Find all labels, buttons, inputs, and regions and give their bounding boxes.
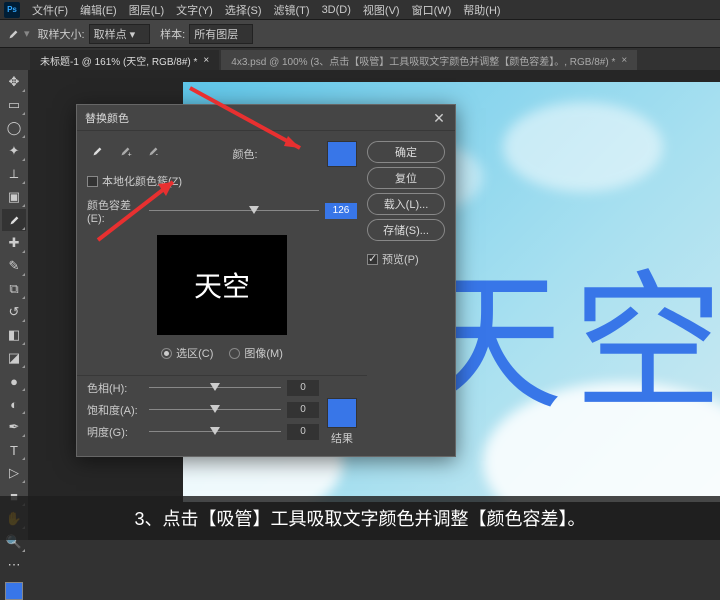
marquee-tool[interactable]: ▭ xyxy=(2,94,26,116)
result-swatch[interactable] xyxy=(327,398,357,428)
pen-tool[interactable]: ✒ xyxy=(2,416,26,438)
menu-edit[interactable]: 编辑(E) xyxy=(74,2,123,18)
blur-tool[interactable]: ● xyxy=(2,370,26,392)
ok-button[interactable]: 确定 xyxy=(367,141,445,163)
svg-text:+: + xyxy=(128,151,132,158)
preview-checkbox[interactable] xyxy=(367,254,378,265)
sample-select[interactable]: 所有图层 xyxy=(189,24,253,44)
stamp-tool[interactable]: ⧉ xyxy=(2,278,26,300)
crop-tool[interactable]: ⟂ xyxy=(2,163,26,185)
app-logo: Ps xyxy=(4,2,20,18)
cancel-button[interactable]: 复位 xyxy=(367,167,445,189)
menu-help[interactable]: 帮助(H) xyxy=(457,2,506,18)
dialog-titlebar[interactable]: 替换颜色 ✕ xyxy=(77,105,455,131)
color-swatch[interactable] xyxy=(327,141,357,167)
close-icon[interactable]: ✕ xyxy=(431,110,447,126)
menu-select[interactable]: 选择(S) xyxy=(219,2,268,18)
sample-size-select[interactable]: 取样点 ▾ xyxy=(89,24,151,44)
sample-label: 样本: xyxy=(160,26,185,42)
replace-color-dialog: 替换颜色 ✕ + - 颜色: 本地化颜色簇(Z) 颜色容差(E): 126 xyxy=(76,104,456,457)
eyedropper-tool-icon xyxy=(6,27,20,41)
lightness-slider[interactable] xyxy=(149,425,281,439)
frame-tool[interactable]: ▣ xyxy=(2,186,26,208)
menu-filter[interactable]: 滤镜(T) xyxy=(268,2,316,18)
close-icon[interactable]: × xyxy=(621,55,627,66)
menu-file[interactable]: 文件(F) xyxy=(26,2,74,18)
tutorial-caption: 3、点击【吸管】工具吸取文字颜色并调整【颜色容差】。 xyxy=(0,496,720,540)
fuzziness-slider[interactable] xyxy=(149,204,319,218)
lightness-value[interactable]: 0 xyxy=(287,424,319,440)
fuzziness-label: 颜色容差(E): xyxy=(87,197,143,225)
localize-checkbox[interactable] xyxy=(87,176,98,187)
more-tools[interactable]: ⋯ xyxy=(2,554,26,576)
eyedropper-add-icon[interactable]: + xyxy=(115,142,135,160)
document-tabs: 未标题-1 @ 161% (天空, RGB/8#) *× 4x3.psd @ 1… xyxy=(0,48,720,70)
menu-type[interactable]: 文字(Y) xyxy=(170,2,219,18)
brush-tool[interactable]: ✎ xyxy=(2,255,26,277)
saturation-value[interactable]: 0 xyxy=(287,402,319,418)
fuzziness-value[interactable]: 126 xyxy=(325,203,357,219)
load-button[interactable]: 载入(L)... xyxy=(367,193,445,215)
menubar: Ps 文件(F) 编辑(E) 图层(L) 文字(Y) 选择(S) 滤镜(T) 3… xyxy=(0,0,720,20)
tab-doc-2[interactable]: 4x3.psd @ 100% (3、点击【吸管】工具吸取文字颜色并调整【颜色容差… xyxy=(221,50,637,70)
foreground-color[interactable] xyxy=(5,582,23,600)
heal-tool[interactable]: ✚ xyxy=(2,232,26,254)
type-tool[interactable]: T xyxy=(2,439,26,461)
history-brush-tool[interactable]: ↺ xyxy=(2,301,26,323)
options-bar: ▾ 取样大小: 取样点 ▾ 样本: 所有图层 xyxy=(0,20,720,48)
color-label: 颜色: xyxy=(232,146,257,162)
save-button[interactable]: 存储(S)... xyxy=(367,219,445,241)
radio-selection[interactable]: 选区(C) xyxy=(161,345,213,361)
tab-doc-1[interactable]: 未标题-1 @ 161% (天空, RGB/8#) *× xyxy=(30,50,219,70)
close-icon[interactable]: × xyxy=(203,55,209,66)
radio-image[interactable]: 图像(M) xyxy=(229,345,283,361)
menu-window[interactable]: 窗口(W) xyxy=(406,2,458,18)
tools-panel: ✥ ▭ ◯ ✦ ⟂ ▣ ✚ ✎ ⧉ ↺ ◧ ◪ ● ◐ ✒ T ▷ ■ ✋ 🔍 … xyxy=(0,70,28,540)
saturation-slider[interactable] xyxy=(149,403,281,417)
lasso-tool[interactable]: ◯ xyxy=(2,117,26,139)
eraser-tool[interactable]: ◧ xyxy=(2,324,26,346)
hue-slider[interactable] xyxy=(149,381,281,395)
sample-size-label: 取样大小: xyxy=(38,26,85,42)
eyedropper-icon[interactable] xyxy=(87,142,107,160)
localize-label: 本地化颜色簇(Z) xyxy=(102,173,182,189)
dodge-tool[interactable]: ◐ xyxy=(2,393,26,415)
dialog-title: 替换颜色 xyxy=(85,110,129,126)
gradient-tool[interactable]: ◪ xyxy=(2,347,26,369)
lightness-label: 明度(G): xyxy=(87,424,143,440)
canvas-text: 天空 xyxy=(413,222,720,439)
selection-preview: 天空 xyxy=(157,235,287,335)
menu-view[interactable]: 视图(V) xyxy=(357,2,406,18)
result-label: 结果 xyxy=(327,430,357,446)
menu-3d[interactable]: 3D(D) xyxy=(316,4,357,16)
eyedropper-sub-icon[interactable]: - xyxy=(143,142,163,160)
svg-text:-: - xyxy=(156,151,159,158)
move-tool[interactable]: ✥ xyxy=(2,71,26,93)
menu-layer[interactable]: 图层(L) xyxy=(123,2,170,18)
wand-tool[interactable]: ✦ xyxy=(2,140,26,162)
path-tool[interactable]: ▷ xyxy=(2,462,26,484)
hue-value[interactable]: 0 xyxy=(287,380,319,396)
eyedropper-tool[interactable] xyxy=(2,209,26,231)
hue-label: 色相(H): xyxy=(87,380,143,396)
preview-label: 预览(P) xyxy=(382,251,419,267)
saturation-label: 饱和度(A): xyxy=(87,402,143,418)
